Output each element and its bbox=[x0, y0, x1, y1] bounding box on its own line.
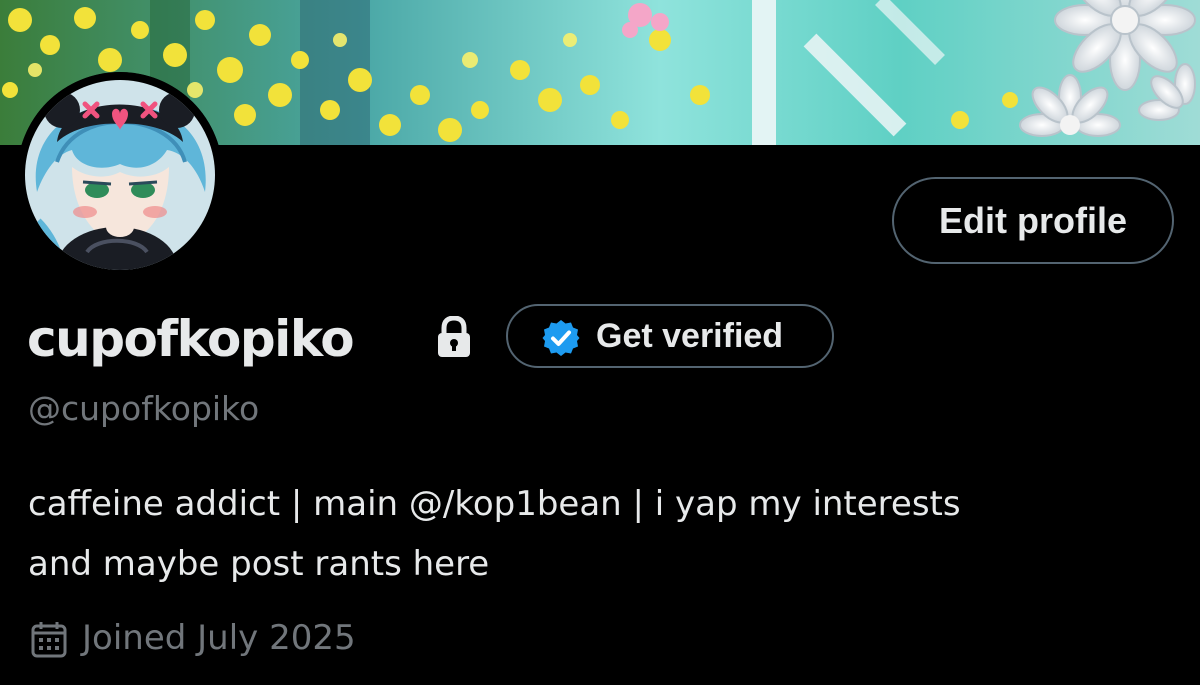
get-verified-button[interactable]: Get verified bbox=[506, 304, 834, 368]
lock-icon bbox=[438, 316, 470, 357]
username-handle: @cupofkopiko bbox=[28, 389, 260, 428]
profile-page: Edit profile cupofkopiko Get verified @c… bbox=[0, 0, 1200, 685]
edit-profile-button[interactable]: Edit profile bbox=[892, 177, 1174, 264]
bio-line: caffeine addict | main @/kop1bean | i ya… bbox=[28, 484, 961, 524]
profile-bio: caffeine addict | main @/kop1bean | i ya… bbox=[28, 474, 1168, 594]
avatar[interactable] bbox=[17, 72, 223, 278]
calendar-icon bbox=[31, 622, 67, 658]
verified-badge-icon bbox=[542, 320, 580, 356]
display-name: cupofkopiko bbox=[27, 310, 355, 368]
get-verified-label: Get verified bbox=[596, 317, 784, 355]
bio-line: and maybe post rants here bbox=[28, 544, 490, 584]
avatar-image bbox=[17, 72, 223, 278]
joined-date: Joined July 2025 bbox=[82, 618, 356, 658]
